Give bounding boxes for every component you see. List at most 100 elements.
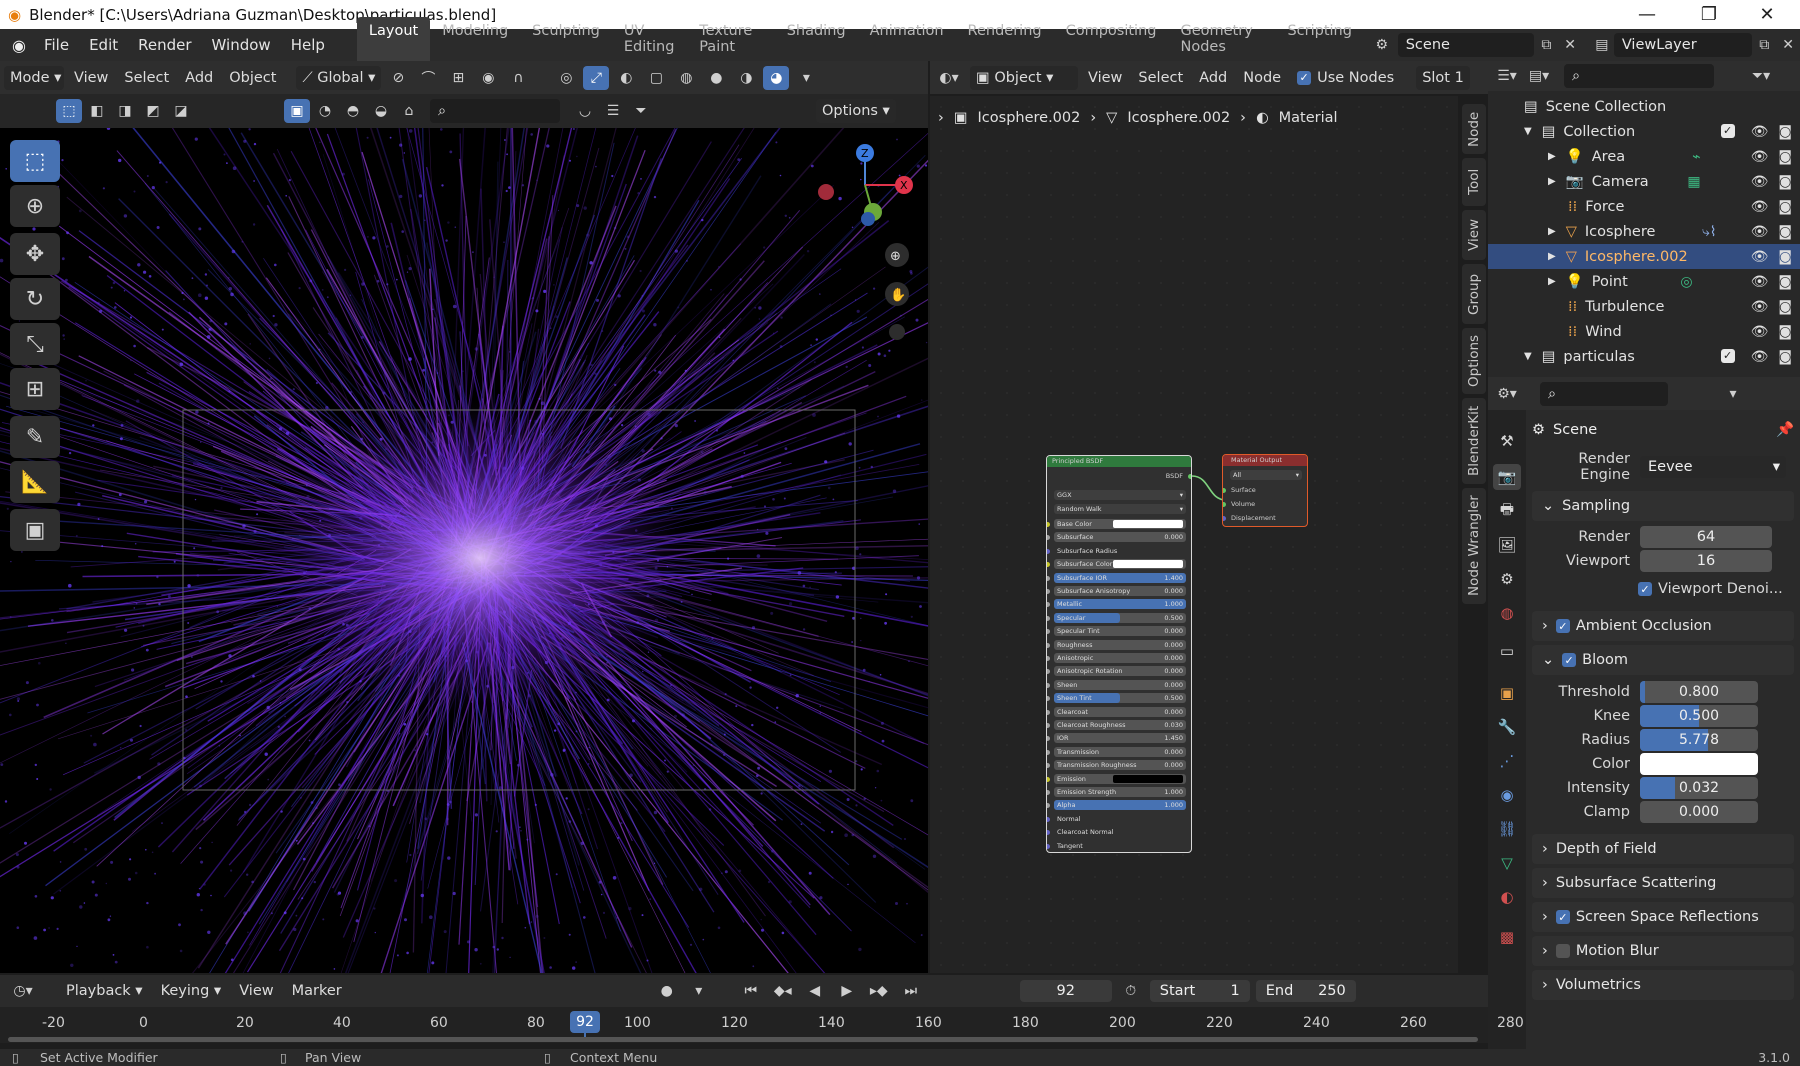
bsdf-input-socket[interactable] [1047,803,1050,809]
end-frame-field[interactable]: End 250 [1255,980,1356,1002]
start-frame-field[interactable]: Start 1 [1149,980,1250,1002]
render-tab-icon[interactable]: 📷 [1493,464,1521,490]
displacement-socket[interactable] [1223,516,1226,521]
viewport-add-menu[interactable]: Add [179,66,219,90]
checkbox-icon[interactable] [1555,944,1570,958]
eye-icon[interactable]: 👁 [1751,224,1769,240]
tab-scripting[interactable]: Scripting [1275,17,1363,61]
camera-render-icon[interactable]: ◙ [1778,199,1792,215]
intensity-slider[interactable]: 0.032 [1640,777,1758,799]
filter-icon[interactable]: ⏷ [628,99,654,123]
bsdf-input-row[interactable]: Subsurface Color [1054,559,1186,570]
viewport-samples-field[interactable]: 16 [1640,550,1772,572]
outliner-row-icosphere[interactable]: ▶ ▽ Icosphere ⤷⌇ 👁 ◙ [1488,219,1800,244]
outliner-row-icosphere-002[interactable]: ▶ ▽ Icosphere.002 👁 ◙ [1488,244,1800,269]
bsdf-input-row[interactable]: Transmission Roughness 0.000 [1054,760,1186,771]
bsdf-input-socket[interactable] [1047,682,1050,688]
bsdf-input-row[interactable]: Metallic 1.000 [1054,599,1186,610]
bsdf-input-row[interactable]: Sheen 0.000 [1054,679,1186,690]
output-tab-icon[interactable]: 🖶 [1493,498,1521,524]
volumetrics-panel-header[interactable]: › Volumetrics [1532,970,1794,1000]
surface-socket[interactable] [1223,488,1226,493]
breadcrumb-mesh[interactable]: Icosphere.002 [1127,110,1230,126]
bsdf-input-socket[interactable] [1047,656,1050,661]
bsdf-input-socket[interactable] [1047,749,1050,755]
camera-render-icon[interactable]: ◙ [1778,274,1792,290]
viewport-light-icon[interactable]: ◓ [340,99,366,123]
tab-rendering[interactable]: Rendering [956,17,1054,61]
bsdf-input-row[interactable]: Specular 0.500 [1054,612,1186,623]
render-engine-dropdown[interactable]: Eevee ▾ [1640,456,1786,478]
rendered-shading-icon[interactable]: ◕ [763,65,790,90]
keying-dropdown[interactable]: Keying ▾ [155,979,228,1003]
node-editor-canvas[interactable]: › ▣ Icosphere.002 › ▽ Icosphere.002 › ◐ … [930,96,1460,973]
eye-icon[interactable]: 👁 [1751,124,1769,140]
playhead-indicator[interactable]: 92 [570,1011,600,1033]
bsdf-input-row[interactable]: Emission [1054,773,1186,784]
eye-icon[interactable]: 👁 [1751,324,1769,340]
eye-icon[interactable]: 👁 [1751,174,1769,190]
scene-tab-icon[interactable]: ⚙ [1493,566,1521,592]
bsdf-input-row[interactable]: Emission Strength 1.000 [1054,787,1186,797]
bsdf-input-row[interactable]: Subsurface Anisotropy 0.000 [1054,586,1186,596]
pin-icon[interactable]: 📌 [1776,421,1794,438]
outliner-row-point[interactable]: ▶ 💡 Point ◎ 👁 ◙ [1488,269,1800,294]
sidetab-group[interactable]: Group [1462,264,1486,324]
eye-icon[interactable]: 👁 [1751,274,1769,290]
bsdf-input-socket[interactable] [1047,776,1050,782]
sidetab-options[interactable]: Options [1462,328,1486,394]
solid-shading-icon[interactable]: ● [703,66,729,90]
bsdf-input-row[interactable]: Alpha 1.000 [1054,800,1186,811]
scene-name-field[interactable]: Scene [1397,33,1535,57]
bsdf-input-row[interactable]: Transmission 0.000 [1054,746,1186,757]
bsdf-input-socket[interactable] [1047,736,1050,742]
camera-render-icon[interactable]: ◙ [1778,149,1792,165]
volume-socket[interactable] [1223,502,1226,507]
outliner-row-particulas[interactable]: ▼ ▤ particulas ✓ 👁 ◙ [1488,344,1800,369]
bsdf-input-socket[interactable] [1047,696,1050,702]
add-cube-tool[interactable]: ▣ [10,509,60,551]
node-add-menu[interactable]: Add [1193,66,1233,90]
clamp-slider[interactable]: 0.000 [1640,801,1758,823]
bsdf-input-socket[interactable] [1047,535,1050,541]
material-tab-icon[interactable]: ◐ [1493,884,1521,910]
ssr-panel-header[interactable]: › ✓ Screen Space Reflections [1532,902,1794,932]
bsdf-input-row[interactable]: Roughness 0.000 [1054,639,1186,650]
bsdf-input-row[interactable]: Clearcoat 0.000 [1054,706,1186,717]
measure-tool[interactable]: 📐 [10,461,60,503]
playback-dropdown[interactable]: Playback ▾ [60,979,149,1003]
camera-view-icon[interactable] [889,324,905,340]
physics-tab-icon[interactable]: ◉ [1493,782,1521,808]
breadcrumb-object[interactable]: Icosphere.002 [978,110,1081,126]
sidetab-tool[interactable]: Tool [1462,158,1486,206]
viewport-object-menu[interactable]: Object [223,66,282,90]
jump-start-icon[interactable]: ⏮ [738,979,764,1003]
tab-compositing[interactable]: Compositing [1054,17,1169,61]
bsdf-input-socket[interactable] [1047,548,1050,554]
material-shading-icon[interactable]: ◑ [733,66,759,90]
mode-dropdown[interactable]: Mode ▾ [4,65,64,90]
camera-render-icon[interactable]: ◙ [1778,224,1792,240]
menu-render[interactable]: Render [128,36,201,54]
viewport-sphere-icon[interactable]: ◔ [312,99,338,123]
bsdf-input-socket[interactable] [1047,575,1050,581]
sidetab-blenderkit[interactable]: BlenderKit [1462,398,1486,484]
timeline-marker-menu[interactable]: Marker [286,979,348,1003]
render-samples-field[interactable]: 64 [1640,526,1772,548]
stopwatch-icon[interactable]: ⏱ [1118,979,1144,1003]
prev-keyframe-icon[interactable]: ◆◂ [770,979,796,1003]
bsdf-input-row[interactable]: Normal [1054,814,1186,824]
minimize-button[interactable]: — [1624,0,1670,29]
bsdf-input-socket[interactable] [1047,522,1050,527]
snap-target-icon[interactable]: ⊞ [445,66,471,90]
shading-options-icon[interactable]: ▾ [793,66,819,90]
editor-type-icon[interactable]: ◐▾ [936,66,962,90]
tab-sculpting[interactable]: Sculpting [520,17,612,61]
tab-geometry-nodes[interactable]: Geometry Nodes [1168,17,1275,61]
eye-icon[interactable]: 👁 [1751,199,1769,215]
bsdf-input-socket[interactable] [1047,709,1050,715]
navigation-gizmo[interactable]: Z X ⊕ ✋ [810,140,920,340]
tab-layout[interactable]: Layout [356,17,431,61]
outliner-row-wind[interactable]: ⁞⁞ Wind 👁 ◙ [1488,319,1800,344]
gizmo-toggle-icon[interactable]: ⤢ [583,65,610,90]
